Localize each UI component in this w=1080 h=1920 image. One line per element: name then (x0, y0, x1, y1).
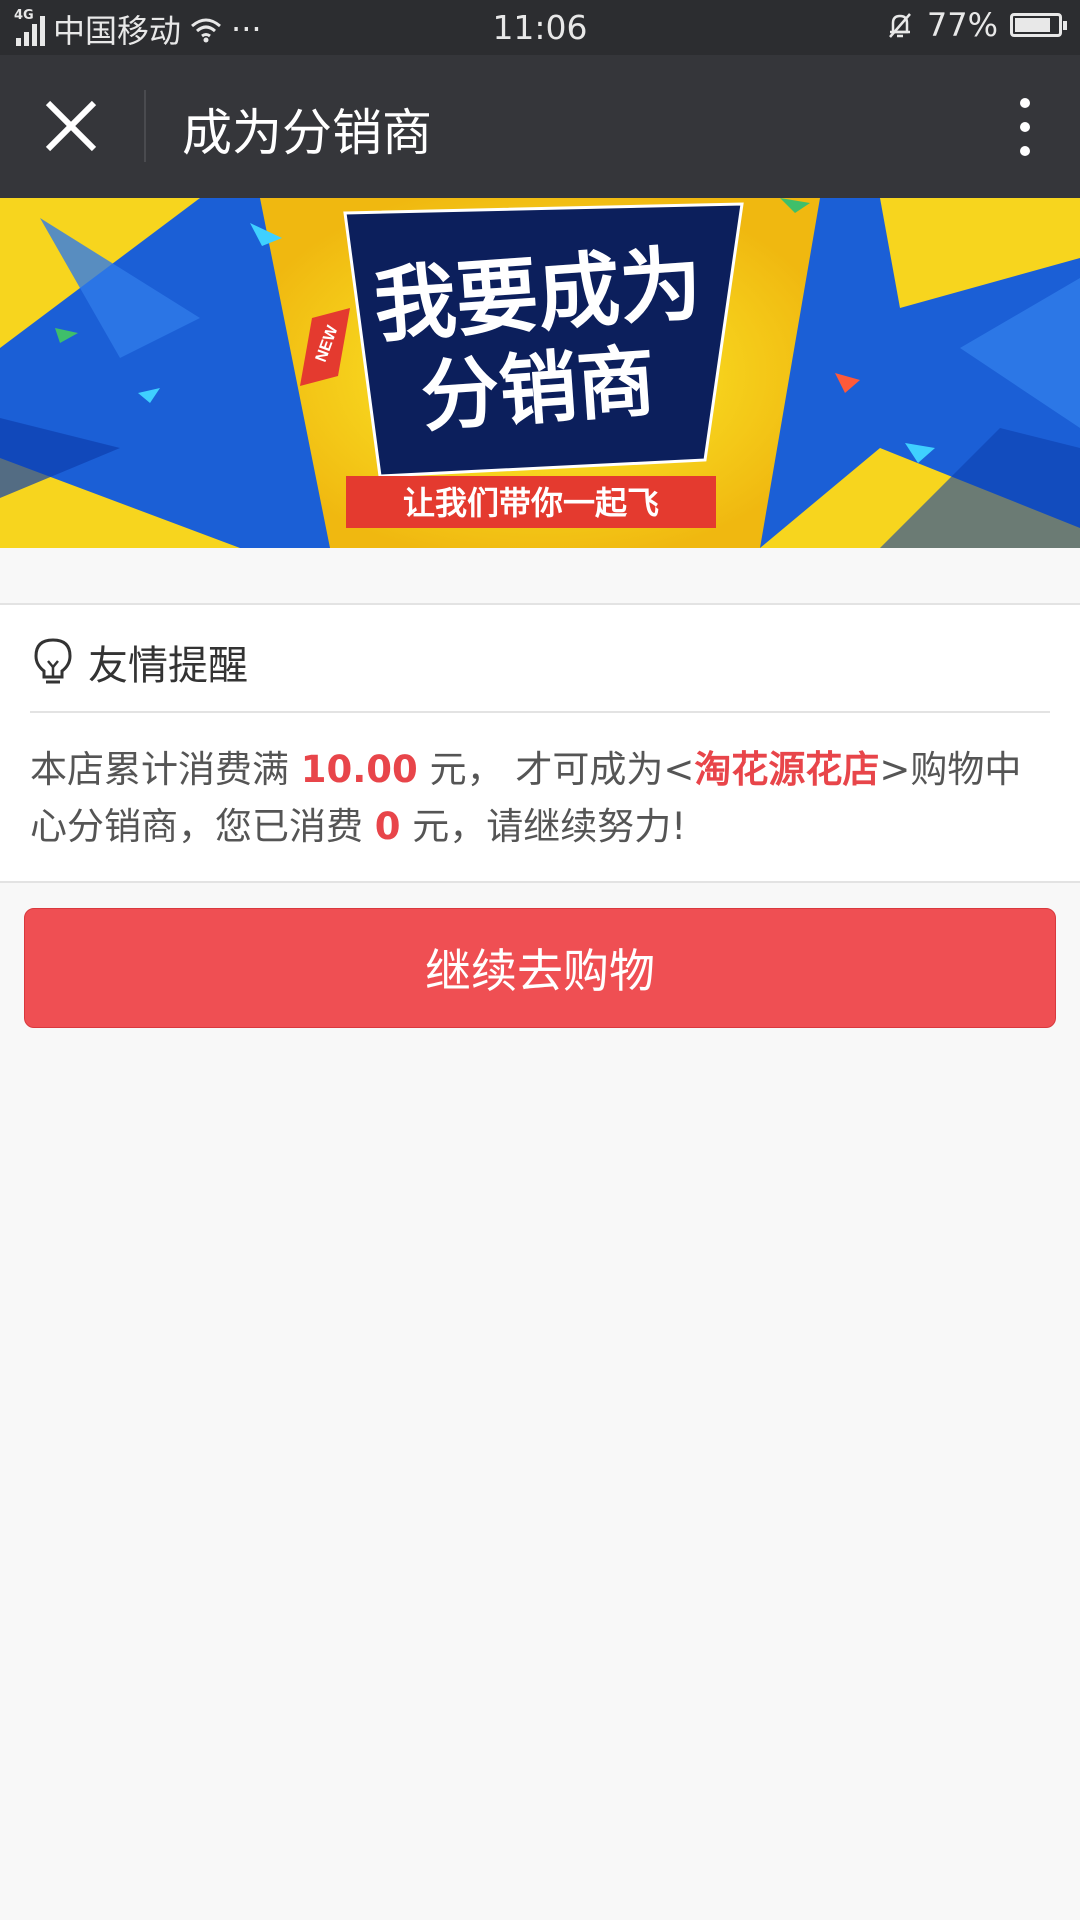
navbar-divider (144, 90, 146, 162)
battery-icon (1010, 13, 1067, 37)
notice-card: 友情提醒 本店累计消费满 10.00 元， 才可成为<淘花源花店>购物中心分销商… (0, 603, 1080, 883)
notice-text-1: 本店累计消费满 (30, 748, 301, 791)
promo-banner: NEW 我要成为 分销商 让我们带你一起飞 (0, 198, 1080, 548)
page-title: 成为分销商 (182, 104, 432, 162)
notice-message: 本店累计消费满 10.00 元， 才可成为<淘花源花店>购物中心分销商，您已消费… (30, 741, 1040, 855)
continue-shopping-button[interactable]: 继续去购物 (24, 908, 1056, 1028)
notice-text-4: 元，请继续努力! (400, 805, 687, 848)
spent-amount: 0 (374, 805, 401, 848)
notice-header: 友情提醒 (30, 633, 248, 691)
notice-divider (30, 711, 1050, 713)
notice-title: 友情提醒 (88, 643, 248, 689)
battery-percent: 77% (926, 6, 998, 44)
banner-graphic: NEW 我要成为 分销商 让我们带你一起飞 (0, 198, 1080, 548)
notice-text-2: 元， 才可成为< (417, 748, 695, 791)
top-navbar: 成为分销商 (0, 55, 1080, 198)
threshold-amount: 10.00 (300, 748, 418, 791)
shop-name: 淘花源花店 (694, 748, 880, 791)
close-icon[interactable] (40, 95, 102, 157)
mute-bell-icon (888, 13, 911, 38)
banner-headline-2: 分销商 (418, 337, 658, 443)
more-vertical-icon[interactable] (1010, 95, 1040, 159)
lightbulb-icon (34, 638, 72, 684)
banner-ribbon: 让我们带你一起飞 (403, 484, 659, 522)
status-right: 77% (885, 6, 1067, 44)
status-bar: 4G 中国移动 ··· 11:06 77% (0, 0, 1080, 55)
